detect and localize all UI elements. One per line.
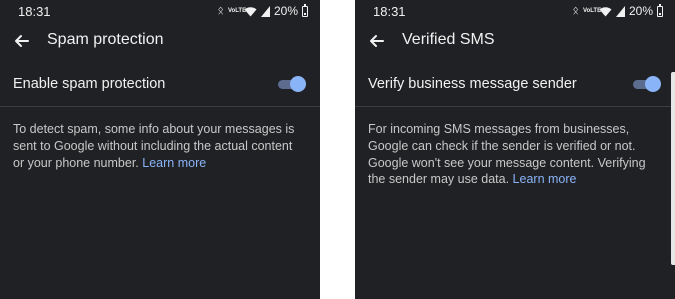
toggle-thumb (645, 76, 661, 92)
status-icons: ᛟ VoLTE 20% (217, 3, 308, 18)
status-time: 18:31 (18, 4, 51, 19)
bluetooth-icon: ᛟ (572, 5, 579, 17)
description-text: For incoming SMS messages from businesse… (368, 121, 658, 188)
signal-icon (260, 5, 270, 17)
page-title: Spam protection (47, 31, 164, 48)
divider (0, 106, 320, 107)
volte-icon: VoLTE (227, 8, 247, 14)
status-time: 18:31 (373, 4, 406, 19)
description-body: For incoming SMS messages from businesse… (368, 122, 646, 187)
toggle-thumb (290, 76, 306, 92)
setting-label: Verify business message sender (368, 76, 577, 92)
app-bar: Spam protection (0, 22, 320, 60)
verified-sms-screen: 18:31 ᛟ VoLTE 20% Verified SMS Verify bu… (355, 0, 675, 299)
learn-more-link[interactable]: Learn more (513, 172, 577, 186)
signal-icon (615, 5, 625, 17)
status-icons: ᛟ VoLTE 20% (572, 3, 663, 18)
verify-business-sender-row[interactable]: Verify business message sender (355, 63, 675, 105)
wifi-icon (244, 6, 257, 17)
spam-protection-toggle[interactable] (278, 75, 306, 93)
status-bar: 18:31 ᛟ VoLTE 20% (0, 0, 320, 22)
volte-icon: VoLTE (582, 8, 602, 14)
verify-sender-toggle[interactable] (633, 75, 661, 93)
learn-more-link[interactable]: Learn more (142, 156, 206, 170)
wifi-icon (599, 6, 612, 17)
divider (355, 106, 675, 107)
battery-icon (302, 3, 308, 17)
battery-icon (657, 3, 663, 17)
back-arrow-icon[interactable] (12, 31, 32, 51)
app-bar: Verified SMS (355, 22, 675, 60)
battery-percentage: 20% (628, 4, 653, 18)
description-text: To detect spam, some info about your mes… (13, 121, 303, 171)
back-arrow-icon[interactable] (367, 31, 387, 51)
setting-label: Enable spam protection (13, 76, 166, 92)
battery-percentage: 20% (273, 4, 298, 18)
bluetooth-icon: ᛟ (217, 5, 224, 17)
page-title: Verified SMS (402, 31, 495, 48)
status-bar: 18:31 ᛟ VoLTE 20% (355, 0, 675, 22)
scroll-edge (671, 72, 675, 265)
enable-spam-protection-row[interactable]: Enable spam protection (0, 63, 320, 105)
spam-protection-screen: 18:31 ᛟ VoLTE 20% Spam protection Enable… (0, 0, 320, 299)
